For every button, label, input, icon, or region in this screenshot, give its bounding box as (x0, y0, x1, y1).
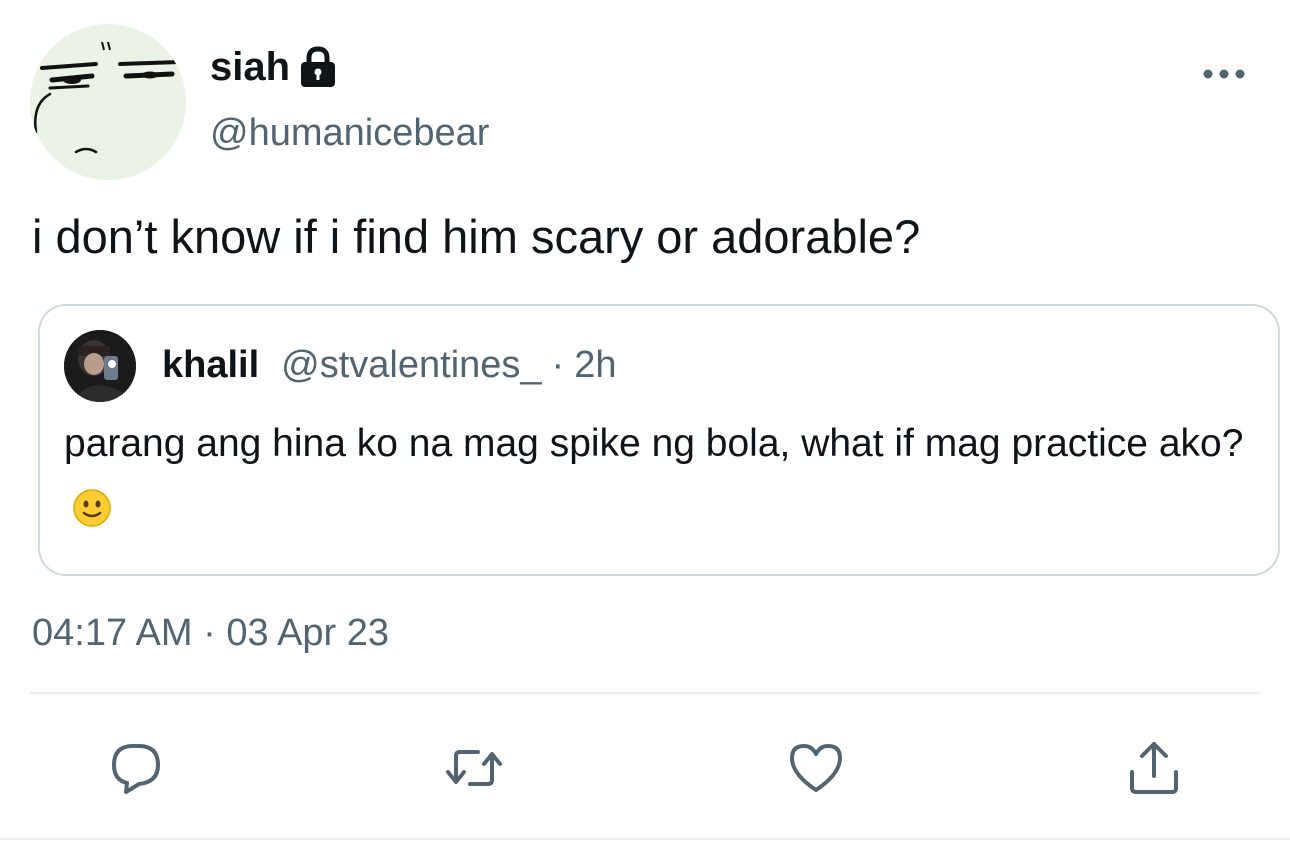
quoted-tweet-header: khalil @stvalentines_ · 2h (162, 344, 616, 390)
quoted-tweet-text-block: parang ang hina ko na mag spike ng bola,… (64, 412, 1244, 540)
tweet-text: i don’t know if i find him scary or ador… (32, 210, 921, 263)
retweet-button[interactable] (444, 738, 504, 798)
more-options-button[interactable] (1196, 56, 1252, 92)
tweet-time: 04:17 AM (32, 612, 193, 654)
quoted-separator: · (551, 344, 565, 386)
quoted-author-name[interactable]: khalil (162, 344, 259, 387)
tweet-date: 03 Apr 23 (226, 612, 390, 654)
more-dots-icon (1203, 69, 1245, 79)
slightly-smiling-face-icon (72, 488, 112, 528)
quoted-tweet-age[interactable]: 2h (574, 344, 616, 387)
reply-icon (112, 744, 160, 794)
lock-icon (298, 45, 338, 89)
retweet-icon (446, 750, 502, 786)
share-button[interactable] (1124, 738, 1184, 798)
author-display-name[interactable]: siah (210, 42, 290, 92)
heart-icon (790, 744, 842, 792)
bear-face-avatar-icon (30, 24, 186, 180)
quoted-tweet-card[interactable]: khalil @stvalentines_ · 2h parang ang hi… (38, 304, 1280, 576)
share-icon (1130, 742, 1178, 794)
tweet-timestamp[interactable]: 04:17 AM · 03 Apr 23 (32, 610, 389, 656)
quoted-author-handle[interactable]: @stvalentines_ (281, 344, 541, 387)
like-button[interactable] (786, 738, 846, 798)
timestamp-separator: · (203, 612, 216, 654)
quoted-author-avatar[interactable] (64, 330, 136, 402)
bottom-divider (0, 838, 1290, 840)
reply-button[interactable] (106, 738, 166, 798)
author-avatar[interactable] (30, 24, 186, 180)
quoted-tweet-text: parang ang hina ko na mag spike ng bola,… (64, 422, 1244, 465)
action-divider (30, 692, 1260, 694)
author-name-row: siah (210, 42, 338, 92)
quoted-avatar-photo-icon (64, 330, 136, 402)
author-handle[interactable]: @humanicebear (210, 110, 489, 156)
